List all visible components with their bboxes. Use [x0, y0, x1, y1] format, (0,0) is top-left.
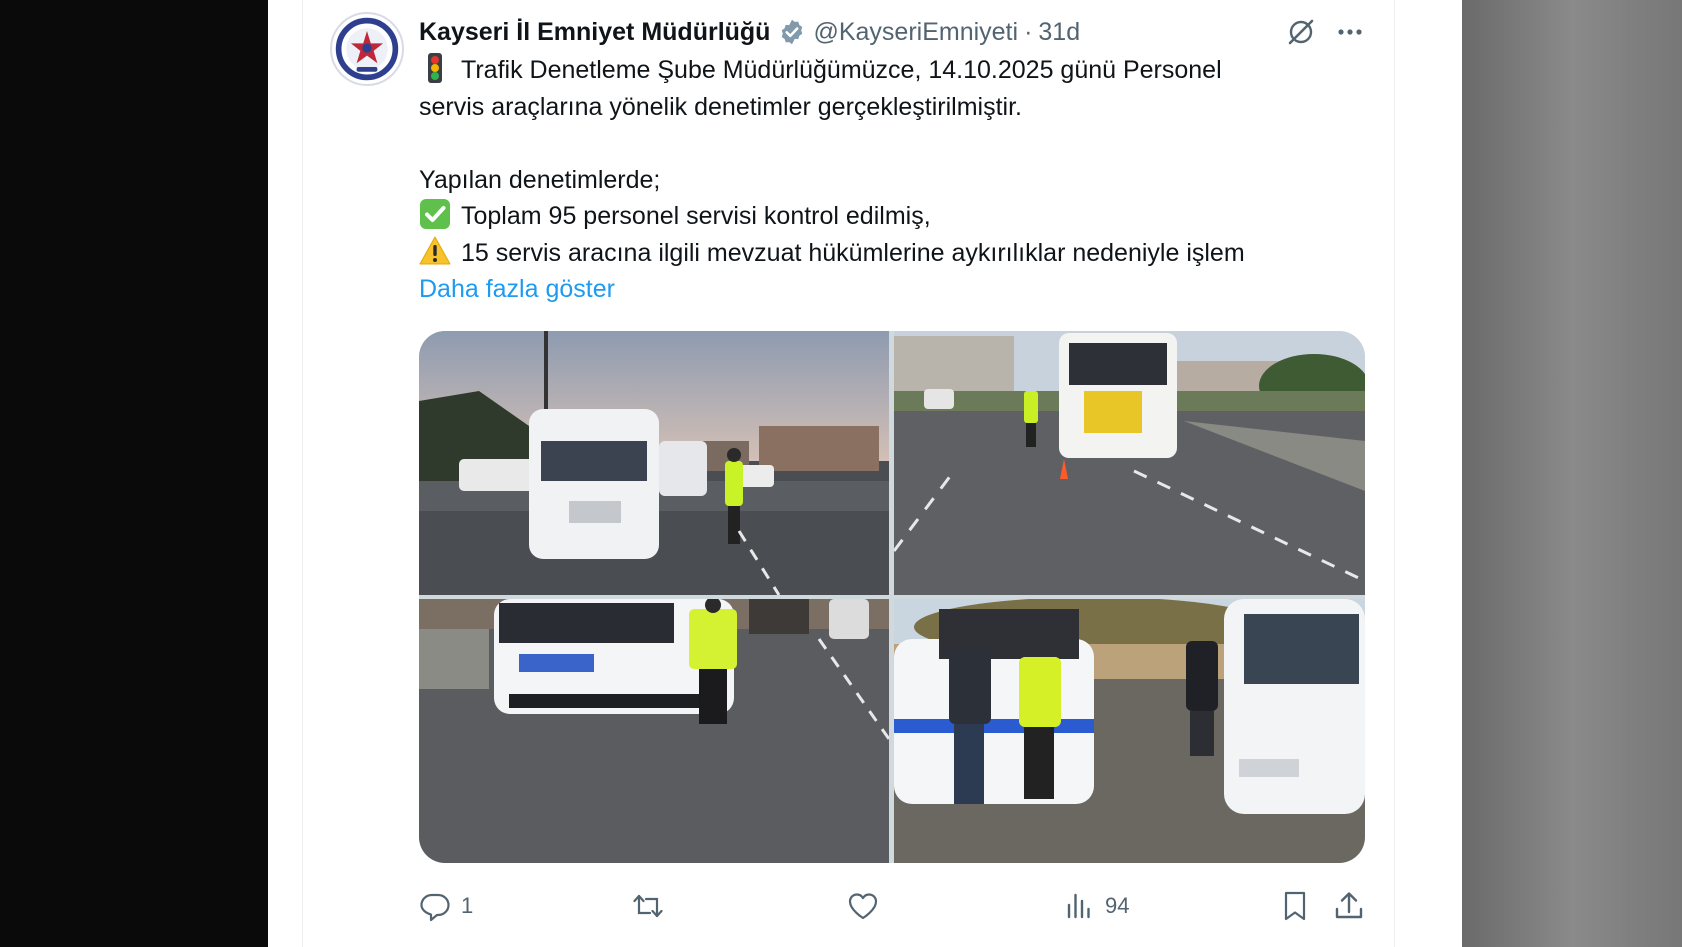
tweet-text-line-1: Trafik Denetleme Şube Müdürlüğümüzce, 14…	[419, 52, 1379, 89]
tweet-text-line-3: Yapılan denetimlerde;	[419, 165, 661, 194]
warning-emoji-icon	[419, 236, 451, 264]
tweet-card-border-left	[302, 0, 303, 947]
tweet-text-line-4-content: Toplam 95 personel servisi kontrol edilm…	[461, 202, 931, 230]
reply-count: 1	[461, 893, 474, 918]
views-count: 94	[1105, 893, 1130, 918]
photo-2-image	[894, 331, 1365, 595]
tweet-header: Kayseri İl Emniyet Müdürlüğü @KayseriEmn…	[419, 14, 1080, 50]
tweet-timestamp[interactable]: 31d	[1038, 18, 1080, 47]
like-button[interactable]	[847, 886, 879, 926]
photo-midibus-check[interactable]	[419, 599, 889, 863]
photo-1-image	[419, 331, 889, 595]
author-handle[interactable]: @KayseriEmniyeti	[813, 18, 1018, 47]
photo-minibus-inspection[interactable]	[419, 331, 889, 595]
tweet-text-line-2: servis araçlarına yönelik denetimler ger…	[419, 92, 1022, 121]
police-emblem-icon	[334, 16, 400, 82]
bookmark-button[interactable]	[1279, 886, 1311, 926]
reply-icon	[420, 893, 450, 922]
photo-4-image	[894, 599, 1365, 863]
tweet-card-border-right	[1394, 0, 1395, 947]
header-separator: ·	[1024, 17, 1033, 46]
heart-icon	[848, 893, 878, 920]
traffic-light-emoji-icon	[428, 53, 442, 83]
left-backdrop	[0, 0, 268, 947]
photo-bus-roadside-check[interactable]	[894, 331, 1365, 595]
bookmark-icon	[1284, 891, 1306, 921]
verified-badge-icon[interactable]	[778, 18, 806, 46]
tweet-action-bar: 1 94	[419, 886, 1365, 926]
media-grid	[419, 331, 1365, 863]
tweet-text-line-5: 15 servis aracına ilgili mevzuat hükümle…	[419, 235, 1379, 272]
tweet-text-line-4: Toplam 95 personel servisi kontrol edilm…	[419, 198, 1379, 235]
more-options-icon[interactable]	[1334, 16, 1366, 48]
views-button[interactable]: 94	[1063, 886, 1129, 926]
tweet-text-line-5-content: 15 servis aracına ilgili mevzuat hükümle…	[461, 238, 1245, 267]
photo-police-car-check[interactable]	[894, 599, 1365, 863]
check-mark-emoji-icon	[420, 199, 450, 229]
share-button[interactable]	[1333, 886, 1365, 926]
tweet-text: Trafik Denetleme Şube Müdürlüğümüzce, 14…	[419, 52, 1379, 308]
views-chart-icon	[1067, 893, 1090, 919]
photo-3-image	[419, 599, 889, 863]
author-avatar[interactable]	[330, 12, 404, 86]
right-backdrop	[1462, 0, 1682, 947]
grok-icon[interactable]	[1285, 16, 1317, 48]
tweet-text-line-1-content: Trafik Denetleme Şube Müdürlüğümüzce, 14…	[461, 56, 1222, 84]
reply-button[interactable]: 1	[419, 886, 473, 926]
author-name[interactable]: Kayseri İl Emniyet Müdürlüğü	[419, 18, 770, 47]
show-more-link[interactable]: Daha fazla göster	[419, 271, 1379, 308]
retweet-button[interactable]	[632, 886, 664, 926]
share-icon	[1335, 892, 1363, 919]
retweet-icon	[633, 894, 663, 918]
